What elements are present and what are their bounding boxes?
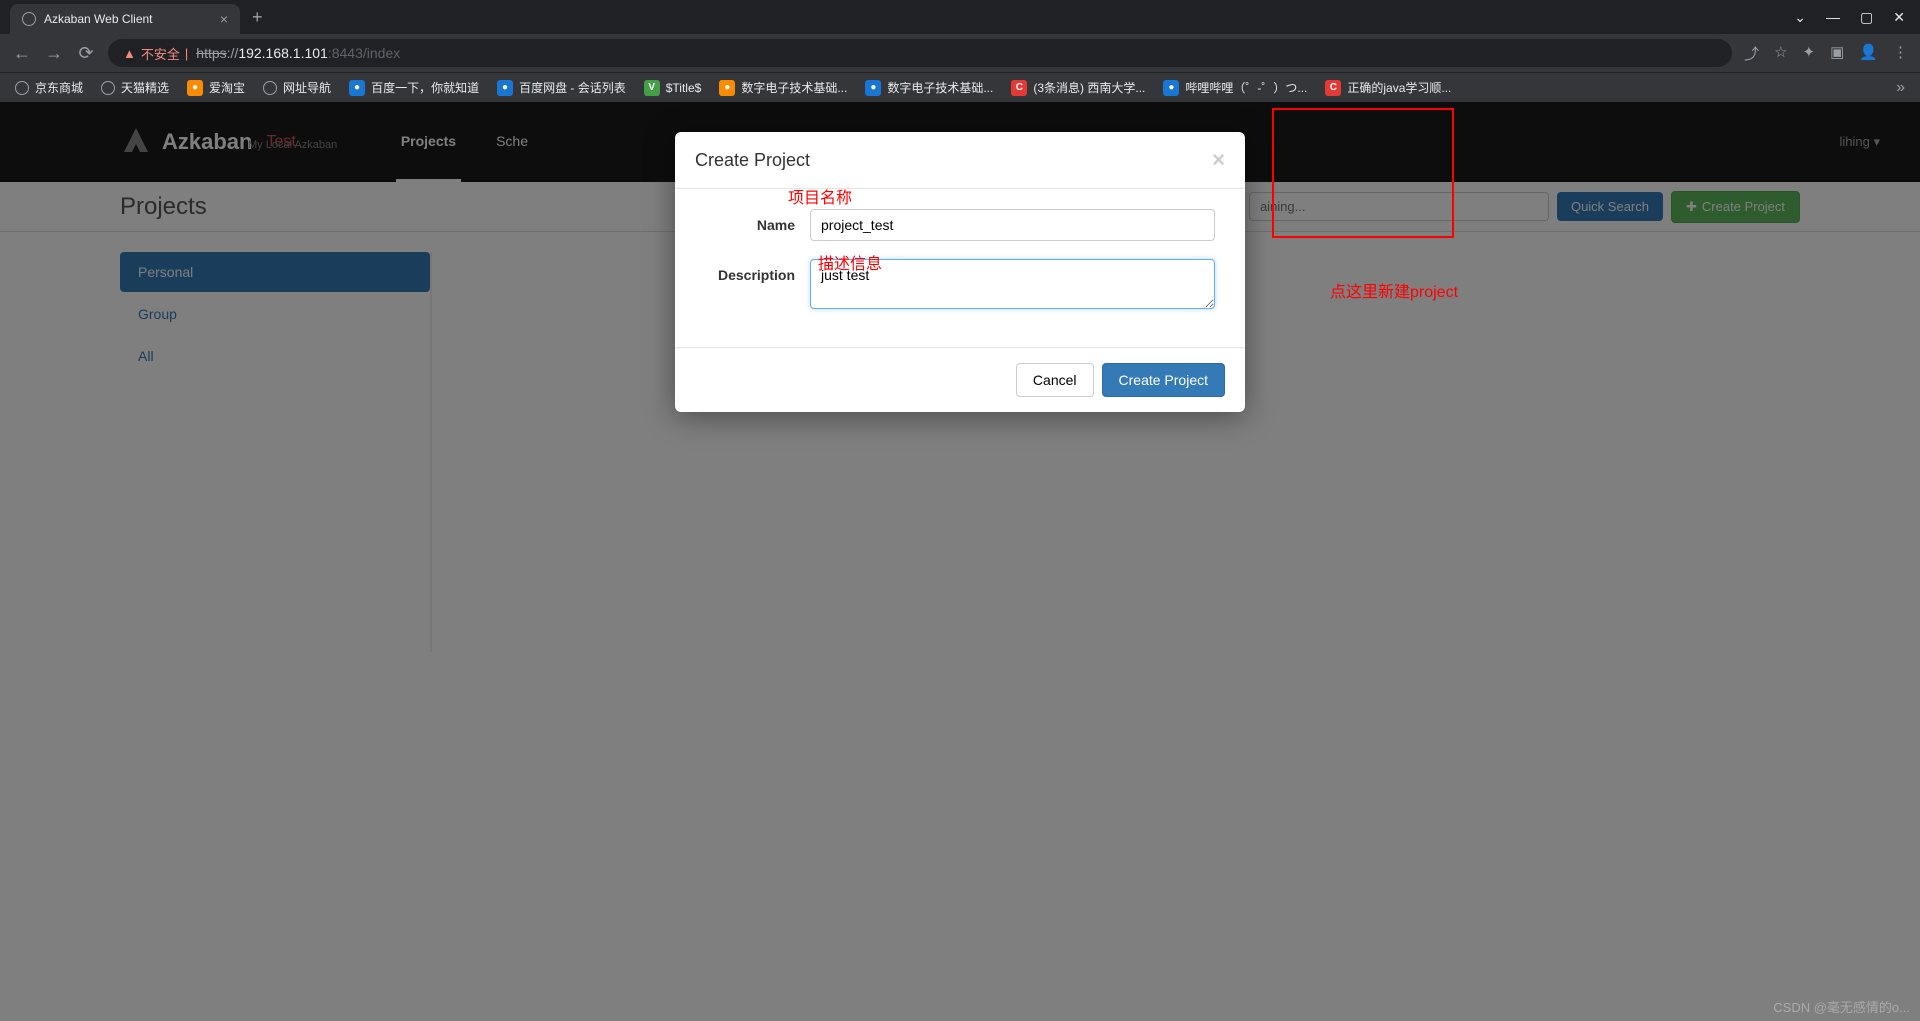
bookmark-icon: ● [187,80,203,96]
bookmarks-bar: 京东商城 天猫精选 ● 爱淘宝 网址导航 ● 百度一下，你就知道 ● 百度网盘 - 会话列表 V $… [0,72,1920,102]
bookmark-item[interactable]: ● 百度网盘 - 会话列表 [497,79,626,96]
bookmark-icon: ● [497,80,513,96]
bookmark-icon: ● [719,80,735,96]
bookmark-label: (3条消息) 西南大学... [1033,79,1145,96]
close-window-icon[interactable]: ✕ [1893,9,1905,26]
bookmark-label: 京东商城 [35,79,83,96]
bookmark-label: 数字电子技术基础... [887,79,993,96]
bookmark-item[interactable]: V $Title$ [644,80,702,96]
bookmark-label: 网址导航 [283,79,331,96]
bookmark-label: $Title$ [666,81,702,95]
bookmark-label: 爱淘宝 [209,79,245,96]
menu-icon[interactable]: ⋮ [1893,43,1908,64]
bookmark-icon [101,81,115,95]
bookmark-icon [15,81,29,95]
bookmark-item[interactable]: ● 数字电子技术基础... [865,79,993,96]
create-project-modal: Create Project × Name Description Cancel… [675,132,1245,412]
browser-toolbar: ← → ⟳ ▲ 不安全 | https://192.168.1.101:8443… [0,34,1920,72]
bookmark-icon [263,81,277,95]
bookmark-item[interactable]: ● 数字电子技术基础... [719,79,847,96]
sidepanel-icon[interactable]: ▣ [1830,43,1844,64]
url-text: https://192.168.1.101:8443/index [196,45,400,61]
close-icon[interactable]: × [1212,147,1225,173]
bookmark-item[interactable]: ● 爱淘宝 [187,79,245,96]
bookmark-label: 百度一下，你就知道 [371,79,479,96]
project-name-input[interactable] [810,209,1215,241]
bookmark-icon: ● [1163,80,1179,96]
bookmark-icon: C [1011,80,1027,96]
bookmark-item[interactable]: 京东商城 [15,79,83,96]
maximize-icon[interactable]: ▢ [1860,9,1873,26]
bookmark-label: 数字电子技术基础... [741,79,847,96]
star-icon[interactable]: ☆ [1774,43,1787,64]
extensions-icon[interactable]: ✦ [1803,43,1816,64]
modal-title: Create Project [695,150,810,171]
bookmark-icon: V [644,80,660,96]
bookmark-overflow-icon[interactable]: » [1896,79,1905,97]
security-warning-icon: ▲ 不安全 | [123,44,188,63]
globe-icon [22,12,36,26]
bookmark-item[interactable]: 天猫精选 [101,79,169,96]
bookmark-icon: ● [349,80,365,96]
chevron-down-icon[interactable]: ⌄ [1794,9,1806,26]
project-description-input[interactable] [810,259,1215,309]
description-label: Description [705,259,795,283]
modal-body: Name Description [675,189,1245,347]
bookmark-label: 哔哩哔哩（゜-゜）つ... [1185,79,1307,96]
bookmark-item[interactable]: C (3条消息) 西南大学... [1011,79,1145,96]
watermark: CSDN @毫无感情的o... [1773,997,1910,1016]
browser-tab-bar: Azkaban Web Client × + ⌄ — ▢ ✕ [0,0,1920,34]
name-label: Name [705,209,795,233]
bookmark-item[interactable]: 网址导航 [263,79,331,96]
forward-icon[interactable]: → [44,43,64,64]
tab-title: Azkaban Web Client [44,12,212,26]
modal-header: Create Project × [675,132,1245,189]
browser-tab[interactable]: Azkaban Web Client × [10,4,240,34]
reload-icon[interactable]: ⟳ [76,43,96,64]
bookmark-icon: ● [865,80,881,96]
window-controls: ⌄ — ▢ ✕ [1794,9,1920,26]
url-bar[interactable]: ▲ 不安全 | https://192.168.1.101:8443/index [108,39,1732,67]
bookmark-label: 百度网盘 - 会话列表 [519,79,626,96]
share-icon[interactable]: ⤴ [1744,43,1759,64]
create-button[interactable]: Create Project [1102,363,1225,397]
bookmark-item[interactable]: ● 百度一下，你就知道 [349,79,479,96]
modal-footer: Cancel Create Project [675,347,1245,412]
close-tab-icon[interactable]: × [220,11,228,27]
back-icon[interactable]: ← [12,43,32,64]
bookmark-icon: C [1325,80,1341,96]
minimize-icon[interactable]: — [1826,9,1840,26]
bookmark-item[interactable]: C 正确的java学习顺... [1325,79,1451,96]
cancel-button[interactable]: Cancel [1016,363,1094,397]
bookmark-item[interactable]: ● 哔哩哔哩（゜-゜）つ... [1163,79,1307,96]
bookmark-label: 正确的java学习顺... [1347,79,1451,96]
profile-icon[interactable]: 👤 [1859,43,1878,64]
new-tab-button[interactable]: + [252,7,263,28]
bookmark-label: 天猫精选 [121,79,169,96]
